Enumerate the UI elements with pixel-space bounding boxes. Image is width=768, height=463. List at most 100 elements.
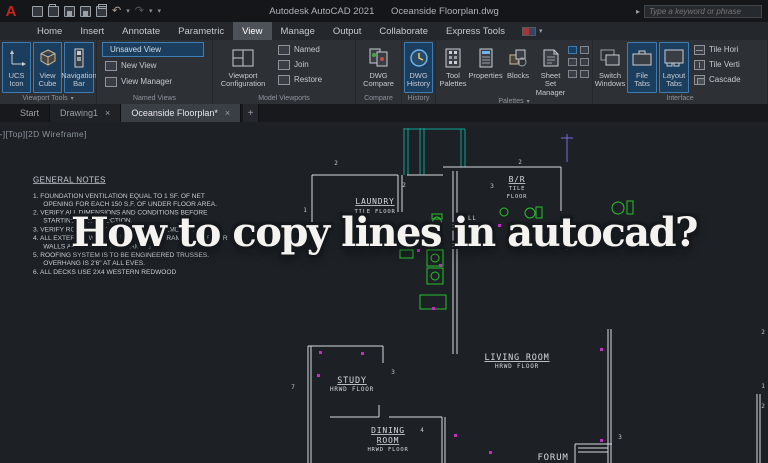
titlebar: A ↶ ▾ ↷ ▾ ▾ Autodesk AutoCAD 2021 Oceans…	[0, 0, 768, 22]
qat-customize-icon[interactable]: ▾	[157, 7, 161, 15]
switch-windows-button[interactable]: Switch Windows	[595, 42, 625, 93]
panel-palettes: Tool Palettes Properties Blocks Sheet Se…	[436, 40, 593, 104]
new-drawing-tab-button[interactable]: +	[243, 104, 260, 122]
ucs-icon-label: UCS Icon	[8, 71, 25, 89]
command-line-icon[interactable]	[568, 46, 577, 54]
panel-compare: DWG Compare Compare	[356, 40, 402, 104]
navigation-bar-icon	[69, 46, 89, 70]
panel-label-named-views: Named Views	[132, 95, 177, 102]
panel-label-model-viewports: Model Viewports	[258, 95, 310, 102]
cascade-icon	[694, 74, 705, 85]
navigation-bar-label: Navigation Bar	[61, 71, 97, 89]
file-tab-drawing1[interactable]: Drawing1 ×	[50, 104, 122, 122]
tool-palettes-label: Tool Palettes	[439, 71, 467, 89]
markup-import-icon[interactable]	[568, 58, 577, 66]
room-label-study: STUDY	[337, 376, 367, 386]
panel-interface: Switch Windows File Tabs Layout Tabs Til…	[593, 40, 768, 104]
close-icon[interactable]: ×	[105, 108, 110, 118]
dim-number: 2	[761, 329, 765, 336]
new-file-icon[interactable]	[32, 5, 43, 17]
navigation-bar-button[interactable]: Navigation Bar	[61, 42, 97, 93]
panel-label-interface: Interface	[666, 95, 694, 102]
drawing-canvas[interactable]: [-][Top][2D Wireframe] GENERAL NOTES 1. …	[0, 122, 768, 463]
file-tab-start[interactable]: Start	[10, 104, 51, 122]
undo-dropdown-icon[interactable]: ▾	[126, 7, 130, 15]
file-tabs-button[interactable]: File Tabs	[627, 42, 657, 93]
properties-icon	[475, 46, 497, 70]
restore-viewports-button[interactable]: Restore	[275, 72, 325, 87]
tab-manage[interactable]: Manage	[272, 22, 324, 40]
view-dropdown-value: Unsaved View	[110, 45, 161, 54]
dwg-compare-icon	[367, 46, 391, 70]
plot-icon[interactable]	[96, 3, 107, 17]
view-cube-icon	[38, 46, 58, 70]
tab-output[interactable]: Output	[324, 22, 371, 40]
restore-viewports-icon	[278, 74, 290, 85]
tile-vertically-icon	[694, 59, 705, 70]
blocks-icon	[507, 46, 529, 70]
tile-vertically-button[interactable]: Tile Verti	[691, 57, 744, 72]
floorplan: LAUNDRY TILE FLOOR B/R TILE FLOOR HALL L…	[291, 128, 765, 463]
xref-palette-icon[interactable]	[580, 58, 589, 66]
new-view-button[interactable]: New View	[102, 58, 210, 73]
panel-viewport-tools: UCS Icon View Cube Navigation Bar Viewpo…	[0, 40, 97, 104]
search-arrow-icon: ▸	[635, 6, 640, 16]
save-as-icon[interactable]	[80, 5, 91, 17]
file-tabs-icon	[630, 46, 654, 70]
named-viewports-button[interactable]: Named	[275, 42, 325, 57]
named-viewports-icon	[278, 44, 290, 55]
autocad-logo-icon[interactable]: A	[0, 0, 22, 22]
room-label-forum: FORUM	[537, 453, 568, 463]
save-icon[interactable]	[64, 5, 75, 17]
tab-parametric[interactable]: Parametric	[169, 22, 233, 40]
view-dropdown[interactable]: Unsaved View	[102, 42, 204, 57]
tab-home[interactable]: Home	[28, 22, 71, 40]
help-search: ▸	[635, 4, 762, 18]
count-palette-icon[interactable]	[580, 46, 589, 54]
design-center-icon[interactable]	[568, 70, 577, 78]
featured-apps-button[interactable]: ▾	[521, 22, 542, 40]
sheet-set-manager-button[interactable]: Sheet Set Manager	[535, 42, 566, 98]
room-label-dining-2: ROOM	[377, 436, 399, 445]
redo-icon[interactable]: ↷	[135, 5, 144, 17]
view-manager-icon	[105, 76, 117, 87]
room-sub-br-1: TILE	[509, 186, 525, 192]
panel-label-viewport-tools[interactable]: Viewport Tools ▾	[0, 93, 96, 104]
tile-horizontally-button[interactable]: Tile Hori	[691, 42, 744, 57]
deck-lines	[403, 128, 466, 175]
app-title: Autodesk AutoCAD 2021	[269, 5, 375, 17]
tab-insert[interactable]: Insert	[71, 22, 113, 40]
tab-view[interactable]: View	[233, 22, 272, 40]
tab-express-tools[interactable]: Express Tools	[437, 22, 514, 40]
open-file-icon[interactable]	[48, 3, 59, 17]
viewport-configuration-button[interactable]: Viewport Configuration	[215, 42, 271, 93]
undo-icon[interactable]: ↶	[112, 5, 121, 17]
room-label-dining-1: DINING	[371, 426, 405, 435]
dim-number: 3	[618, 434, 622, 441]
file-tab-oceanside-floorplan[interactable]: Oceanside Floorplan* ×	[121, 104, 242, 122]
tab-collaborate[interactable]: Collaborate	[370, 22, 437, 40]
close-icon[interactable]: ×	[225, 108, 230, 118]
ucs-icon-button[interactable]: UCS Icon	[2, 42, 31, 93]
tab-annotate[interactable]: Annotate	[113, 22, 169, 40]
dim-number: 7	[291, 384, 295, 391]
redo-dropdown-icon[interactable]: ▾	[149, 7, 153, 15]
room-sub-living: HRWD FLOOR	[495, 363, 539, 370]
dwg-compare-button[interactable]: DWG Compare	[358, 42, 399, 93]
dim-number: 3	[391, 369, 395, 376]
search-input[interactable]	[644, 4, 762, 18]
dwg-history-button[interactable]: DWG History	[404, 42, 433, 93]
blocks-label: Blocks	[506, 71, 530, 80]
dim-number: 1	[761, 383, 765, 390]
cascade-button[interactable]: Cascade	[691, 72, 744, 87]
view-manager-button[interactable]: View Manager	[102, 74, 210, 89]
blocks-button[interactable]: Blocks	[503, 42, 533, 98]
layout-tabs-button[interactable]: Layout Tabs	[659, 42, 689, 93]
palettes-icon-grid	[568, 42, 590, 98]
visual-styles-icon[interactable]	[580, 70, 589, 78]
properties-button[interactable]: Properties	[468, 42, 503, 98]
join-viewports-button[interactable]: Join	[275, 57, 325, 72]
tool-palettes-button[interactable]: Tool Palettes	[438, 42, 468, 98]
panel-label-compare: Compare	[364, 95, 393, 102]
view-cube-button[interactable]: View Cube	[33, 42, 62, 93]
